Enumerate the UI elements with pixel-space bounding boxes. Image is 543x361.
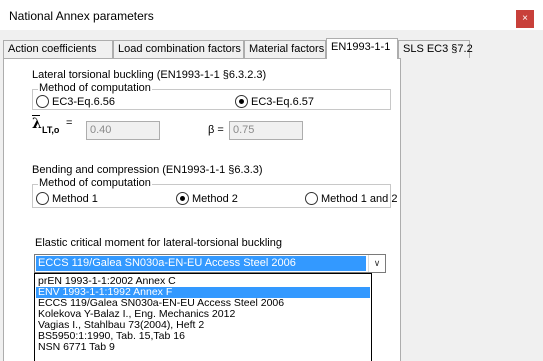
ltb-radio-eq657[interactable]	[235, 95, 248, 108]
ltb-option-eq657-label: EC3-Eq.6.57	[251, 96, 314, 108]
critical-moment-dropdown-list: prEN 1993-1-1:2002 Annex C ENV 1993-1-1:…	[34, 273, 372, 361]
beta-input[interactable]: 0.75	[229, 121, 303, 140]
window-title: National Annex parameters	[9, 9, 154, 23]
tab-load-combination-factors[interactable]: Load combination factors	[113, 40, 244, 58]
tab-en1993-1-1[interactable]: EN1993-1-1	[326, 38, 398, 59]
close-button[interactable]: ×	[516, 10, 534, 28]
dropdown-option[interactable]: BS5950:1:1990, Tab. 15,Tab 16	[36, 331, 370, 342]
dropdown-option[interactable]: Vagias I., Stahlbau 73(2004), Heft 2	[36, 320, 370, 331]
dropdown-option[interactable]: NSN 6771 Tab 9	[36, 342, 370, 353]
chevron-down-icon: ∨	[373, 258, 381, 268]
ltb-option-eq656-label: EC3-Eq.6.56	[52, 96, 115, 108]
dropdown-option[interactable]: ECCS 119/Galea SN030a-EN-EU Access Steel…	[36, 298, 370, 309]
critical-moment-combobox[interactable]: ECCS 119/Galea SN030a-EN-EU Access Steel…	[34, 254, 386, 273]
bending-method-1-and-2-label: Method 1 and 2	[321, 193, 398, 205]
tab-material-factors[interactable]: Material factors	[244, 40, 326, 58]
ltb-method-legend: Method of computation	[38, 82, 152, 94]
bending-radio-method-1-and-2[interactable]	[305, 192, 318, 205]
title-bar: National Annex parameters ×	[0, 0, 543, 30]
dropdown-option[interactable]: prEN 1993-1-1:2002 Annex C	[36, 276, 370, 287]
bending-method-1-label: Method 1	[52, 193, 98, 205]
critical-moment-label: Elastic critical moment for lateral-tors…	[35, 237, 282, 249]
tab-sls-ec3-7-2[interactable]: SLS EC3 §7.2	[398, 40, 473, 58]
beta-label: β =	[208, 124, 224, 136]
bending-radio-method-1[interactable]	[36, 192, 49, 205]
ltb-heading: Lateral torsional buckling (EN1993-1-1 §…	[32, 69, 267, 81]
dropdown-option-highlighted[interactable]: ENV 1993-1-1:1992 Annex F	[36, 287, 370, 298]
critical-moment-selected: ECCS 119/Galea SN030a-EN-EU Access Steel…	[36, 256, 366, 271]
ltb-radio-eq656[interactable]	[36, 95, 49, 108]
lambda-input[interactable]: 0.40	[86, 121, 160, 140]
dropdown-option[interactable]: Kolekova Y-Balaz I., Eng. Mechanics 2012	[36, 309, 370, 320]
bending-radio-method-2[interactable]	[176, 192, 189, 205]
close-icon: ×	[522, 13, 528, 24]
bending-method-legend: Method of computation	[38, 177, 152, 189]
bending-heading: Bending and compression (EN1993-1-1 §6.3…	[32, 164, 263, 176]
bending-method-2-label: Method 2	[192, 193, 238, 205]
tab-action-coefficients[interactable]: Action coefficients	[3, 40, 113, 58]
combo-dropdown-button[interactable]: ∨	[368, 255, 385, 272]
